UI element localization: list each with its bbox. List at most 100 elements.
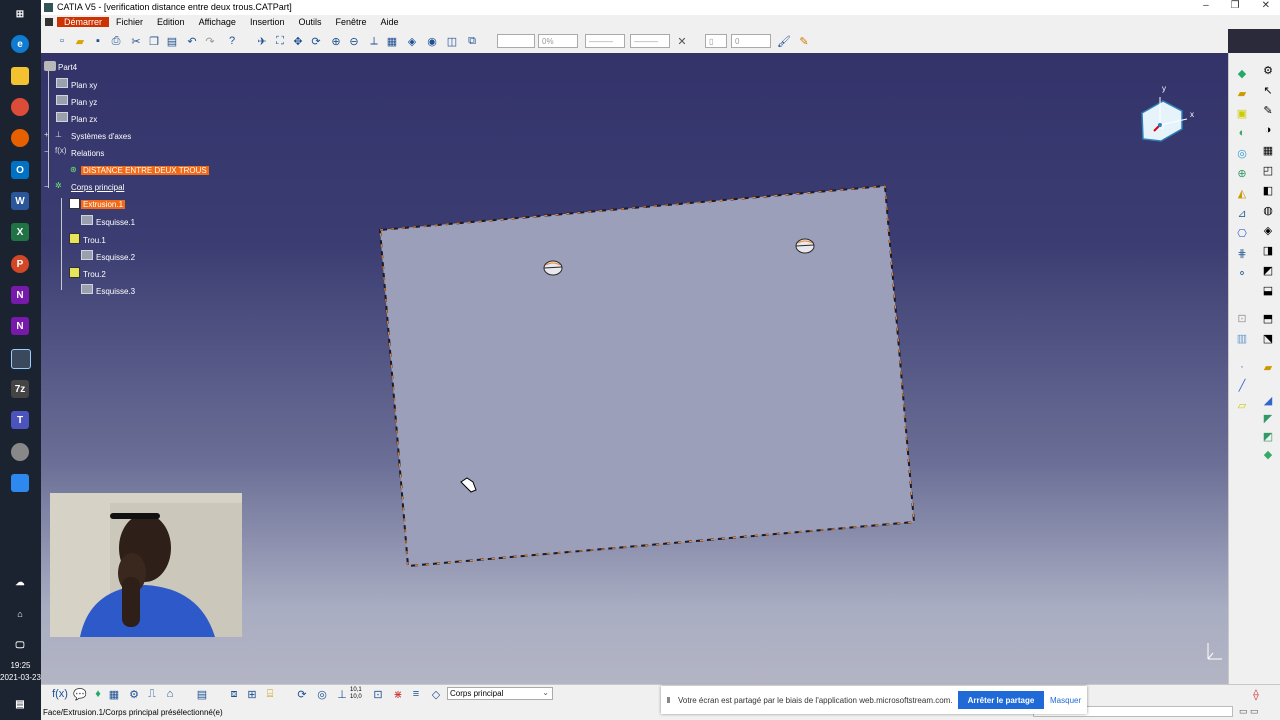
hole-2[interactable] [795, 238, 815, 254]
excel-icon[interactable]: X [11, 223, 29, 241]
layer-combo[interactable]: ▯ [705, 34, 727, 48]
multi-view-icon[interactable]: ▦ [385, 34, 399, 48]
update-icon[interactable]: ⟳ [295, 687, 309, 701]
sew-surface-icon[interactable]: ◆ [1261, 447, 1275, 461]
plane-zx-icon[interactable] [56, 112, 68, 122]
drag-handle-icon[interactable] [667, 697, 670, 703]
hole-tool-icon[interactable]: ◎ [1235, 146, 1249, 160]
minimize-button[interactable]: – [1203, 0, 1209, 11]
constraint-icon[interactable]: ⬔ [1261, 331, 1275, 345]
hide-show-icon[interactable]: ◫ [445, 34, 459, 48]
pad-icon[interactable]: ▰ [1235, 86, 1249, 100]
close-surface-icon[interactable]: ◩ [1261, 429, 1275, 443]
tree-plan-zx[interactable]: Plan zx [71, 115, 97, 124]
maximize-button[interactable]: ❐ [1231, 0, 1240, 11]
compass-icon[interactable] [1141, 97, 1188, 142]
menu-edition[interactable]: Edition [150, 17, 192, 27]
collapse-relations[interactable]: − [44, 147, 49, 156]
knowledge-icon[interactable]: ⎍ [145, 687, 159, 701]
firefox-icon[interactable] [11, 129, 29, 147]
rib-icon[interactable]: ▦ [1261, 143, 1275, 157]
point-style-icon[interactable]: ✕ [675, 34, 689, 48]
surface-icon[interactable]: ▰ [1261, 360, 1275, 374]
color-combo[interactable] [497, 34, 535, 48]
mirror-icon[interactable]: ◨ [1261, 243, 1275, 257]
comment-icon[interactable]: 💬 [73, 687, 87, 701]
onenote-2-icon[interactable]: N [11, 317, 29, 335]
copy-icon[interactable]: ❐ [147, 34, 161, 48]
plane-xy-icon[interactable] [56, 78, 68, 88]
paste-icon[interactable]: ▤ [165, 34, 179, 48]
tree-relations[interactable]: Relations [71, 149, 104, 158]
catalog-icon[interactable]: ⚙ [127, 687, 141, 701]
apply-material-icon[interactable]: ▤ [195, 687, 209, 701]
outlook-icon[interactable]: O [11, 161, 29, 179]
groove-icon[interactable]: ◑ [1261, 123, 1275, 137]
plane-yz-icon[interactable] [56, 95, 68, 105]
open-icon[interactable]: ▰ [73, 34, 87, 48]
sketch-analysis-icon[interactable]: ⧈ [227, 687, 241, 701]
tree-trou2[interactable]: Trou.2 [83, 270, 106, 279]
tray-icon[interactable]: ⌂ [11, 605, 29, 623]
measure-between-icon[interactable]: ◎ [315, 687, 329, 701]
measure-tool-icon[interactable]: ⊡ [1235, 311, 1249, 325]
new-icon[interactable]: ▫ [55, 34, 69, 48]
menu-outils[interactable]: Outils [291, 17, 328, 27]
tree-plan-yz[interactable]: Plan yz [71, 98, 97, 107]
menu-insertion[interactable]: Insertion [243, 17, 292, 27]
linetype-combo[interactable]: ——— [585, 34, 625, 48]
transparency-combo[interactable]: 0% [538, 34, 578, 48]
grid-icon[interactable]: ⋇ [391, 687, 405, 701]
chamfer-icon[interactable]: ⊿ [1235, 206, 1249, 220]
hide-link[interactable]: Masquer [1050, 696, 1081, 705]
cloud-icon[interactable]: ☁ [11, 573, 29, 591]
fillet-icon[interactable]: ◧ [1261, 183, 1275, 197]
zoom-out-icon[interactable]: ⊖ [347, 34, 361, 48]
split-icon[interactable]: ◢ [1261, 393, 1275, 407]
menu-fenetre[interactable]: Fenêtre [328, 17, 373, 27]
reaction-icon[interactable]: ⌂ [163, 687, 177, 701]
fly-mode-icon[interactable]: ✈ [255, 34, 269, 48]
pan-icon[interactable]: ✥ [291, 34, 305, 48]
menu-affichage[interactable]: Affichage [192, 17, 243, 27]
close-button[interactable]: ✕ [1262, 0, 1270, 11]
rotate-icon[interactable]: ⟳ [309, 34, 323, 48]
body-select-icon[interactable]: ◇ [429, 687, 443, 701]
app-icon[interactable] [11, 443, 29, 461]
body-select[interactable]: Corps principal ⌄ [447, 687, 553, 700]
powerpoint-icon[interactable]: P [11, 255, 29, 273]
zoom-in-icon[interactable]: ⊕ [329, 34, 343, 48]
iso-view-icon[interactable]: ◈ [405, 34, 419, 48]
menu-demarrer[interactable]: Démarrer [57, 17, 110, 27]
print-icon[interactable]: ⎙ [109, 34, 123, 48]
tree-trou1[interactable]: Trou.1 [83, 236, 106, 245]
plate-face[interactable] [380, 186, 914, 566]
whats-this-icon[interactable]: ? [225, 34, 239, 48]
windows-start-icon[interactable]: ⊞ [11, 5, 29, 23]
workbench-icon[interactable]: ◆ [1235, 66, 1249, 80]
normal-view-icon[interactable]: ⟂ [367, 34, 381, 48]
catia-icon[interactable] [11, 349, 31, 369]
stiffener-icon[interactable]: ◰ [1261, 163, 1275, 177]
tree-esquisse3[interactable]: Esquisse.3 [96, 287, 135, 296]
shading-icon[interactable]: ◉ [425, 34, 439, 48]
slot-icon[interactable]: ⊕ [1235, 166, 1249, 180]
part-icon[interactable] [44, 61, 56, 71]
collapse-body[interactable]: − [44, 182, 49, 191]
chrome-icon[interactable] [11, 98, 29, 116]
loft-icon[interactable]: ◭ [1235, 186, 1249, 200]
datum-icon[interactable]: ⊞ [245, 687, 259, 701]
store-icon[interactable] [11, 474, 29, 492]
shaft-icon[interactable]: ◐ [1235, 126, 1249, 140]
thickness-icon[interactable]: ◈ [1261, 223, 1275, 237]
painter-icon[interactable]: 🖌 [777, 34, 791, 48]
scale-icon[interactable]: ⬓ [1261, 283, 1275, 297]
properties-icon[interactable]: ✎ [797, 34, 811, 48]
inertia-icon[interactable]: ⬒ [1261, 311, 1275, 325]
menu-aide[interactable]: Aide [374, 17, 406, 27]
instantiate-icon[interactable]: ⌸ [263, 687, 277, 701]
stop-sharing-button[interactable]: Arrêter le partage [958, 691, 1044, 709]
measure-item-icon[interactable]: ⊥ [335, 687, 349, 701]
formula-icon[interactable]: f(x) [52, 687, 68, 701]
onenote-icon[interactable]: N [11, 286, 29, 304]
